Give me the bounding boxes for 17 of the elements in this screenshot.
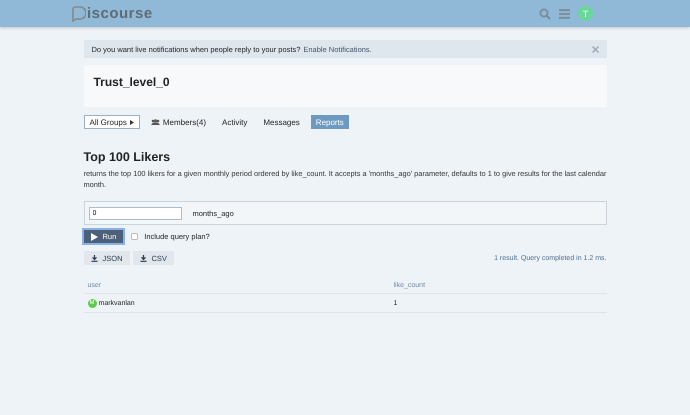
download-icon: [140, 254, 147, 262]
query-plan-checkbox[interactable]: [131, 233, 138, 240]
close-icon[interactable]: [592, 46, 598, 52]
speech-bubble-logo-icon: [72, 6, 86, 22]
logo-text: iscourse: [87, 5, 153, 22]
menu-icon[interactable]: [559, 8, 570, 18]
group-title: Trust_level_0: [94, 75, 170, 89]
report-title: Top 100 Likers: [84, 150, 172, 164]
users-icon: [150, 119, 160, 125]
download-icon: [90, 254, 98, 262]
search-icon[interactable]: [539, 8, 551, 20]
nav-tab[interactable]: Activity: [216, 115, 252, 129]
groups-dropdown[interactable]: All Groups: [84, 115, 140, 129]
nav-tab[interactable]: Messages: [258, 115, 305, 129]
caret-icon: [130, 120, 134, 124]
nav-tab[interactable]: Members(4): [146, 115, 211, 129]
play-icon: [90, 232, 98, 240]
